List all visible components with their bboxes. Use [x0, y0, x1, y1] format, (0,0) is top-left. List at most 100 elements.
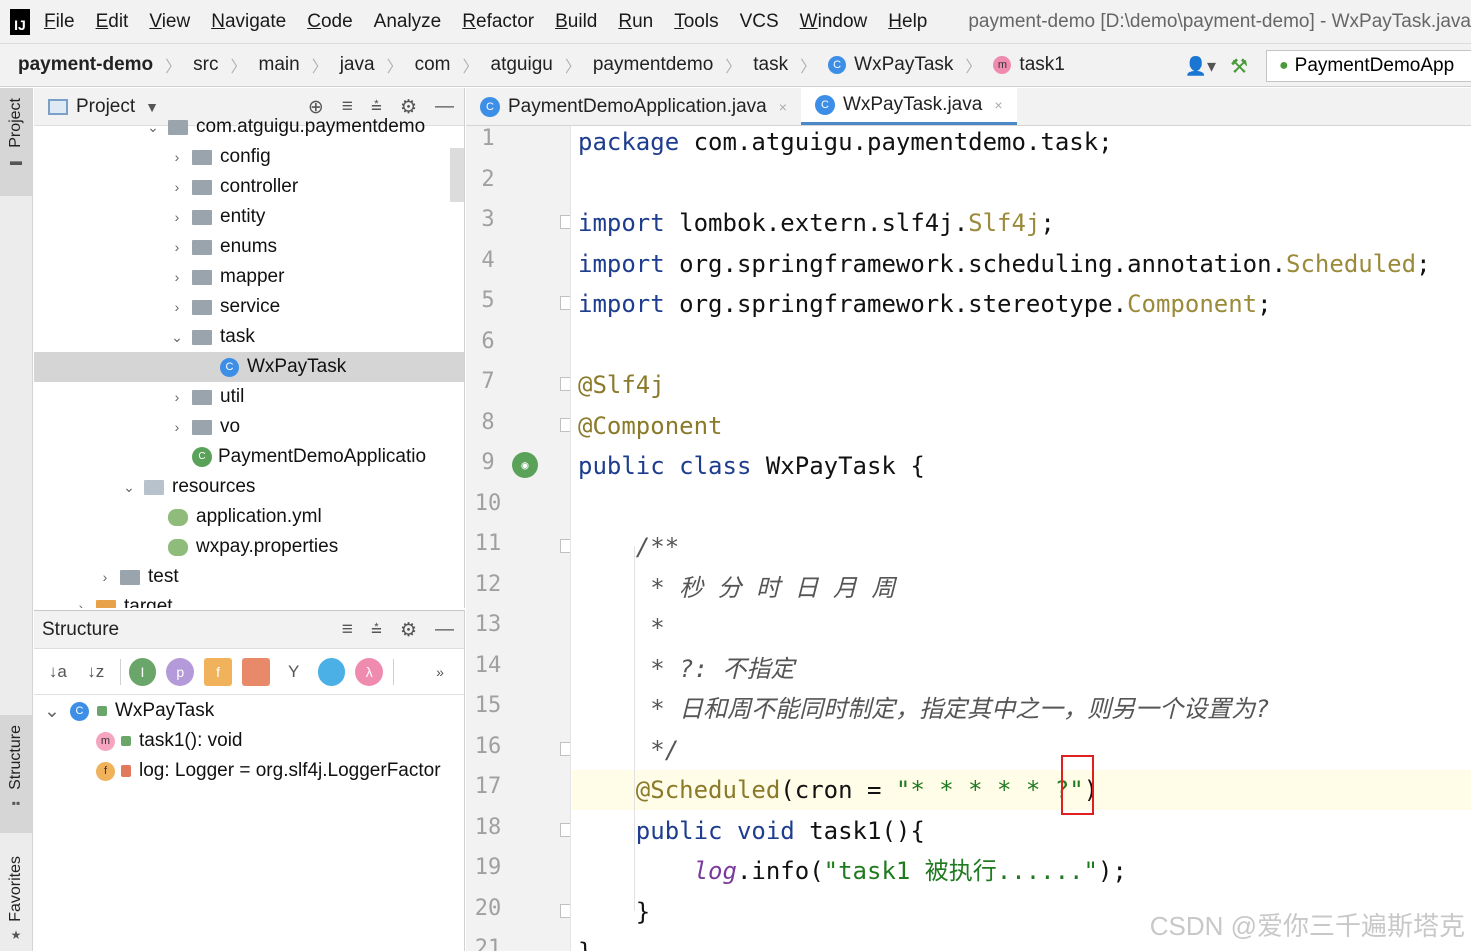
more-actions-icon[interactable]: » — [426, 658, 454, 686]
close-icon[interactable]: × — [994, 97, 1002, 113]
menu-item[interactable]: Refactor — [462, 11, 534, 33]
tree-item[interactable]: › util — [34, 382, 464, 412]
editor-tab[interactable]: C WxPayTask.java × — [800, 88, 1017, 125]
tree-item[interactable]: C PaymentDemoApplicatio — [34, 442, 464, 472]
fold-marker-icon[interactable] — [560, 417, 570, 432]
breadcrumb-separator: 〉 — [311, 59, 328, 76]
fold-marker-icon[interactable] — [560, 296, 570, 310]
menu-item[interactable]: Build — [555, 11, 597, 33]
code-token: import — [578, 290, 665, 318]
collapse-all-icon[interactable]: ⩮ — [371, 619, 382, 641]
menu-item[interactable]: Edit — [96, 11, 129, 33]
sort-by-visibility-icon[interactable]: ↓a — [44, 658, 72, 686]
run-configuration-select[interactable]: ● PaymentDemoApp — [1266, 50, 1471, 82]
tree-item[interactable]: ⌄ task — [34, 322, 464, 352]
menu-item[interactable]: View — [149, 11, 190, 33]
breadcrumb-item[interactable]: C WxPayTask — [822, 54, 959, 76]
chevron-right-icon[interactable]: › — [98, 569, 112, 585]
breadcrumb-item[interactable]: m task1 — [987, 54, 1070, 76]
fold-marker-icon[interactable] — [560, 215, 570, 229]
chevron-right-icon[interactable]: › — [170, 149, 184, 165]
show-anonymous-icon[interactable] — [317, 657, 346, 686]
tree-item[interactable]: › mapper — [34, 262, 464, 292]
chevron-right-icon[interactable]: › — [170, 389, 184, 405]
tree-item[interactable]: ⌄ resources — [34, 472, 464, 502]
breadcrumb-item[interactable]: main — [253, 54, 306, 76]
tree-item[interactable]: › test — [34, 562, 464, 592]
breadcrumb-item[interactable]: task — [747, 54, 794, 76]
chevron-right-icon[interactable]: › — [170, 209, 184, 225]
menu-item[interactable]: Code — [307, 11, 352, 33]
fold-marker-icon[interactable] — [560, 822, 570, 837]
fold-marker-icon[interactable] — [560, 539, 570, 553]
chevron-down-icon[interactable]: ⌄ — [170, 329, 184, 346]
menu-item[interactable]: Help — [888, 11, 927, 33]
minimize-icon[interactable]: — — [435, 619, 454, 641]
chevron-down-icon[interactable]: ⌄ — [122, 479, 136, 496]
user-account-icon[interactable]: 👤▾ — [1185, 56, 1216, 77]
star-icon: ★ — [10, 927, 22, 942]
sort-alphabetically-icon[interactable]: ↓z — [82, 658, 110, 686]
structure-node[interactable]: ⌄ C WxPayTask — [34, 696, 464, 726]
breadcrumb-item[interactable]: atguigu — [485, 54, 559, 76]
menu-item[interactable]: Tools — [674, 11, 718, 33]
tree-item-label: service — [220, 296, 281, 317]
menu-item[interactable]: Run — [618, 11, 653, 33]
project-tree-scrollbar[interactable] — [450, 148, 464, 202]
breadcrumb-item[interactable]: paymentdemo — [587, 54, 719, 76]
show-non-public-icon[interactable] — [241, 657, 270, 686]
tree-item[interactable]: › vo — [34, 412, 464, 442]
chevron-right-icon[interactable]: › — [74, 599, 88, 608]
tree-item[interactable]: C WxPayTask — [34, 352, 464, 382]
tree-item[interactable]: › controller — [34, 172, 464, 202]
chevron-right-icon[interactable]: › — [170, 179, 184, 195]
editor-tab[interactable]: C PaymentDemoApplication.java × — [466, 88, 801, 125]
breadcrumb-item[interactable]: com — [409, 54, 457, 76]
show-properties-icon[interactable]: p — [166, 657, 195, 686]
chevron-right-icon[interactable]: › — [170, 269, 184, 285]
tree-item[interactable]: wxpay.properties — [34, 532, 464, 562]
menu-item[interactable]: VCS — [740, 11, 779, 33]
breadcrumb-label: src — [193, 54, 219, 75]
menu-item[interactable]: Window — [800, 11, 868, 33]
close-icon[interactable]: × — [779, 99, 787, 115]
tree-item[interactable]: › config — [34, 142, 464, 172]
gear-icon[interactable]: ⚙ — [400, 619, 417, 642]
tree-item[interactable]: › entity — [34, 202, 464, 232]
expand-all-icon[interactable]: ≡ — [342, 619, 353, 641]
tree-item[interactable]: application.yml — [34, 502, 464, 532]
show-fields-icon[interactable]: f — [204, 657, 232, 686]
chevron-right-icon[interactable]: › — [170, 419, 184, 435]
spring-bean-icon[interactable]: ◉ — [512, 452, 538, 478]
tree-item[interactable]: › enums — [34, 232, 464, 262]
menu-item[interactable]: File — [44, 11, 75, 33]
breadcrumb-item[interactable]: src — [187, 54, 224, 76]
structure-node[interactable]: m task1(): void — [34, 726, 464, 756]
show-inherited-icon[interactable]: I — [128, 657, 157, 686]
tool-tab-project[interactable]: Project ▬ — [0, 88, 32, 196]
tree-item-label: enums — [220, 236, 278, 257]
tree-item[interactable]: ⌄ com.atguigu.paymentdemo — [34, 112, 464, 142]
fold-marker-icon[interactable] — [560, 741, 570, 756]
structure-node[interactable]: f log: Logger = org.slf4j.LoggerFactor — [34, 756, 464, 786]
chevron-down-icon[interactable]: ⌄ — [146, 119, 160, 136]
tool-tab-favorites[interactable]: Favorites ★ — [0, 848, 32, 951]
gutter-line: 7 — [466, 365, 570, 405]
tool-tab-structure[interactable]: Structure ▪▪ — [0, 715, 32, 833]
menu-item[interactable]: Navigate — [211, 11, 286, 33]
breadcrumb-separator: 〉 — [386, 59, 403, 76]
code-editor[interactable]: package com.atguigu.paymentdemo.task; imp… — [572, 126, 1471, 951]
chevron-down-icon[interactable]: ⌄ — [44, 700, 60, 723]
breadcrumb-item[interactable]: java — [334, 54, 381, 76]
fold-marker-icon[interactable] — [560, 903, 570, 918]
show-lambdas-icon[interactable]: Y — [280, 658, 308, 686]
tree-item[interactable]: › service — [34, 292, 464, 322]
chevron-right-icon[interactable]: › — [170, 299, 184, 315]
breadcrumb-item[interactable]: payment-demo — [0, 54, 159, 76]
menu-item[interactable]: Analyze — [374, 11, 442, 33]
fold-marker-icon[interactable] — [560, 377, 570, 391]
chevron-right-icon[interactable]: › — [170, 239, 184, 255]
show-lambda-icon[interactable]: λ — [355, 657, 384, 686]
tree-item[interactable]: › target — [34, 592, 464, 608]
build-hammer-icon[interactable]: ⚒ — [1230, 54, 1248, 79]
